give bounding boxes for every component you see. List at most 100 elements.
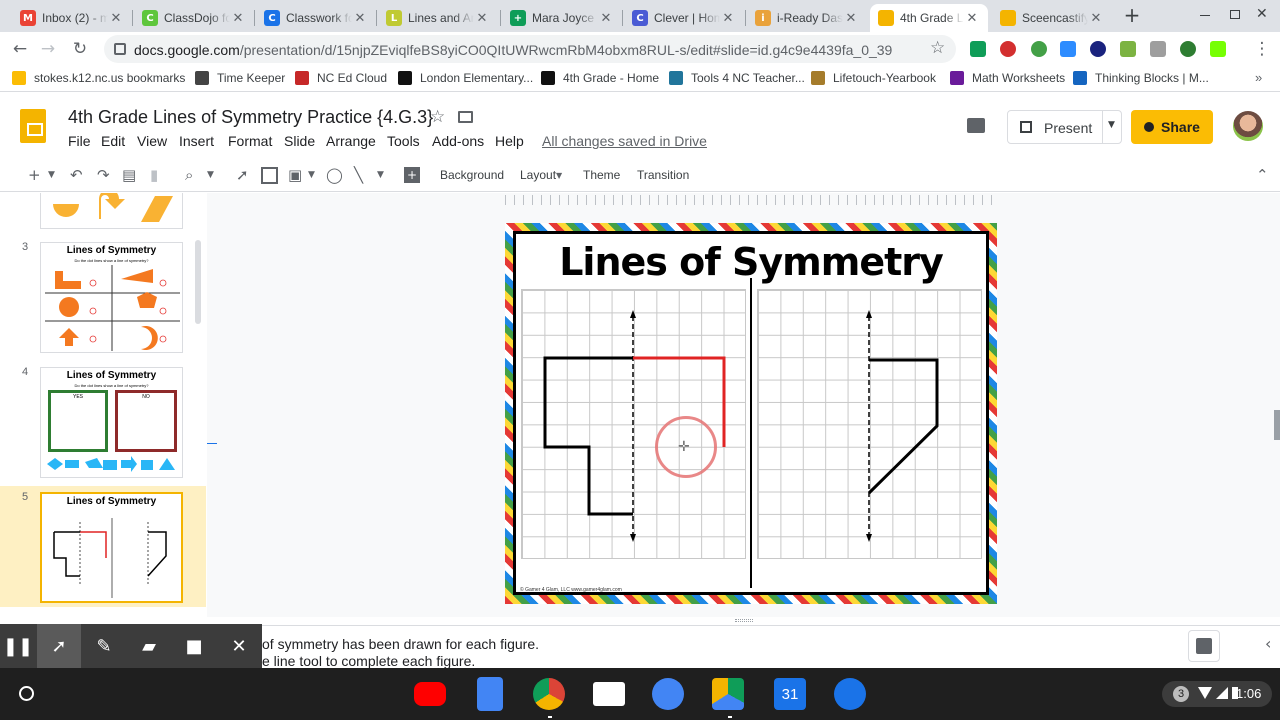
menu-tools[interactable]: Tools bbox=[387, 133, 420, 149]
chevron-left-icon[interactable]: ‹ bbox=[1265, 634, 1271, 653]
new-tab-button[interactable]: + bbox=[1122, 5, 1142, 25]
evernote-extension-icon[interactable] bbox=[1180, 41, 1196, 57]
left-figure[interactable] bbox=[543, 356, 633, 516]
share-button[interactable]: Share bbox=[1131, 110, 1213, 144]
menu-format[interactable]: Format bbox=[228, 133, 272, 149]
save-status[interactable]: All changes saved in Drive bbox=[542, 133, 707, 149]
chevron-down-icon[interactable]: ▼ bbox=[1108, 120, 1115, 130]
camera-icon[interactable]: ■ bbox=[172, 624, 216, 668]
notes-resize-handle[interactable] bbox=[735, 619, 753, 622]
theme-button[interactable]: Theme bbox=[583, 168, 620, 182]
line-icon[interactable]: ╲ bbox=[354, 166, 363, 184]
files-icon[interactable] bbox=[652, 678, 684, 710]
menu-file[interactable]: File bbox=[68, 133, 91, 149]
close-icon[interactable]: ✕ bbox=[217, 624, 261, 668]
minimize-icon[interactable] bbox=[1200, 15, 1210, 16]
gmail-icon[interactable] bbox=[593, 682, 625, 706]
close-tab-icon[interactable]: ✕ bbox=[720, 11, 736, 26]
chevron-down-icon[interactable]: ▼ bbox=[207, 170, 214, 180]
menu-view[interactable]: View bbox=[137, 133, 167, 149]
browser-tab[interactable]: C Classwork for ✕ bbox=[256, 4, 376, 32]
menu-slide[interactable]: Slide bbox=[284, 133, 315, 149]
layout-button[interactable]: Layout bbox=[520, 168, 556, 182]
notification-count[interactable]: 3 bbox=[1173, 686, 1189, 702]
slide[interactable]: Lines of Symmetry © Gamer 4 Glam, LLC ww… bbox=[505, 223, 997, 604]
undo-icon[interactable]: ↶ bbox=[70, 166, 83, 184]
close-tab-icon[interactable]: ✕ bbox=[230, 11, 246, 26]
background-button[interactable]: Background bbox=[440, 168, 504, 182]
slide-thumbnail[interactable]: Lines of Symmetry Do the dot lines show … bbox=[40, 367, 183, 478]
google-docs-icon[interactable] bbox=[477, 677, 503, 711]
bookmark-item[interactable]: Time Keeper bbox=[195, 71, 285, 85]
pen-icon[interactable]: ✎ bbox=[82, 624, 126, 668]
slide-thumbnail[interactable]: Lines of Symmetry Do the dot lines show … bbox=[40, 242, 183, 353]
restore-icon[interactable] bbox=[1230, 10, 1240, 19]
image-icon[interactable]: ▣ bbox=[288, 166, 302, 184]
eraser-icon[interactable]: ▰ bbox=[127, 624, 171, 668]
chevron-down-icon[interactable]: ▼ bbox=[377, 170, 384, 180]
move-folder-icon[interactable] bbox=[458, 111, 473, 123]
launcher-icon[interactable] bbox=[19, 686, 34, 701]
shape-icon[interactable]: ◯ bbox=[326, 166, 343, 184]
close-window-icon[interactable]: ✕ bbox=[1256, 6, 1268, 22]
browser-tab[interactable]: i i-Ready Dash ✕ bbox=[747, 4, 867, 32]
menu-help[interactable]: Help bbox=[495, 133, 524, 149]
document-title[interactable]: 4th Grade Lines of Symmetry Practice {4.… bbox=[68, 107, 433, 128]
chevron-down-icon[interactable]: ▼ bbox=[48, 170, 55, 180]
extension-icon[interactable] bbox=[1090, 41, 1106, 57]
browser-tab[interactable]: C Clever | Hom ✕ bbox=[624, 4, 744, 32]
close-tab-icon[interactable]: ✕ bbox=[474, 11, 490, 26]
extension-icon[interactable] bbox=[1150, 41, 1166, 57]
avatar[interactable] bbox=[1233, 111, 1263, 141]
notes-text[interactable]: of symmetry has been drawn for each figu… bbox=[262, 636, 539, 670]
bookmark-star-icon[interactable]: ☆ bbox=[930, 38, 945, 58]
extension-icon[interactable] bbox=[1000, 41, 1016, 57]
add-comment-icon[interactable]: + bbox=[404, 167, 420, 183]
zoom-icon[interactable]: ⌕ bbox=[185, 166, 193, 184]
google-drive-icon[interactable] bbox=[712, 678, 744, 710]
explore-button[interactable] bbox=[1188, 630, 1220, 662]
close-tab-icon[interactable]: ✕ bbox=[843, 11, 859, 26]
site-info-icon[interactable] bbox=[114, 43, 126, 55]
pause-icon[interactable]: ❚❚ bbox=[0, 624, 40, 668]
extension-icon[interactable] bbox=[1210, 41, 1226, 57]
collapse-icon[interactable]: ⌃ bbox=[1256, 166, 1269, 184]
menu-insert[interactable]: Insert bbox=[179, 133, 214, 149]
bookmark-item[interactable]: Math Worksheets bbox=[950, 71, 1065, 85]
messages-icon[interactable] bbox=[834, 678, 866, 710]
close-tab-icon[interactable]: ✕ bbox=[108, 11, 124, 26]
reload-icon[interactable]: ↻ bbox=[68, 37, 92, 61]
cursor-tool-icon[interactable]: ➚ bbox=[37, 624, 81, 668]
transition-button[interactable]: Transition bbox=[637, 168, 689, 182]
menu-arrange[interactable]: Arrange bbox=[326, 133, 376, 149]
chrome-menu-icon[interactable]: ⋮ bbox=[1250, 37, 1274, 61]
browser-tab[interactable]: + Mara Joyce ✕ bbox=[502, 4, 622, 32]
youtube-icon[interactable] bbox=[414, 682, 446, 706]
close-tab-icon[interactable]: ✕ bbox=[964, 11, 980, 26]
bookmark-item[interactable]: Thinking Blocks | M... bbox=[1073, 71, 1209, 85]
print-icon[interactable]: ▤ bbox=[122, 166, 136, 184]
back-icon[interactable]: ← bbox=[8, 37, 32, 61]
redo-icon[interactable]: ↷ bbox=[97, 166, 110, 184]
menu-edit[interactable]: Edit bbox=[101, 133, 125, 149]
browser-tab[interactable]: M Inbox (2) - m ✕ bbox=[12, 4, 132, 32]
browser-tab[interactable]: L Lines and An ✕ bbox=[378, 4, 498, 32]
filmstrip-scrollbar[interactable] bbox=[195, 240, 201, 324]
bookmark-item[interactable]: Tools 4 NC Teacher... bbox=[669, 71, 805, 85]
bookmark-item[interactable]: London Elementary... bbox=[398, 71, 533, 85]
slide-thumbnail-selected[interactable]: Lines of Symmetry bbox=[40, 492, 183, 603]
chevron-down-icon[interactable]: ▼ bbox=[556, 171, 562, 180]
browser-tab[interactable]: Sceencastify ✕ bbox=[992, 4, 1112, 32]
bookmark-item[interactable]: stokes.k12.nc.us bookmarks bbox=[12, 71, 185, 85]
forward-icon[interactable]: → bbox=[36, 37, 60, 61]
paint-format-icon[interactable]: ▮ bbox=[150, 166, 158, 184]
speaker-notes[interactable]: of symmetry has been drawn for each figu… bbox=[207, 619, 1280, 670]
browser-tab[interactable]: C ClassDojo for ✕ bbox=[134, 4, 254, 32]
close-tab-icon[interactable]: ✕ bbox=[598, 11, 614, 26]
more-bookmarks-icon[interactable]: » bbox=[1255, 70, 1262, 85]
bookmark-item[interactable]: NC Ed Cloud bbox=[295, 71, 387, 85]
right-figure[interactable] bbox=[867, 358, 939, 495]
text-box-icon[interactable] bbox=[261, 167, 278, 184]
extension-icon[interactable] bbox=[1120, 41, 1136, 57]
calendar-icon[interactable]: 31 bbox=[774, 678, 806, 710]
